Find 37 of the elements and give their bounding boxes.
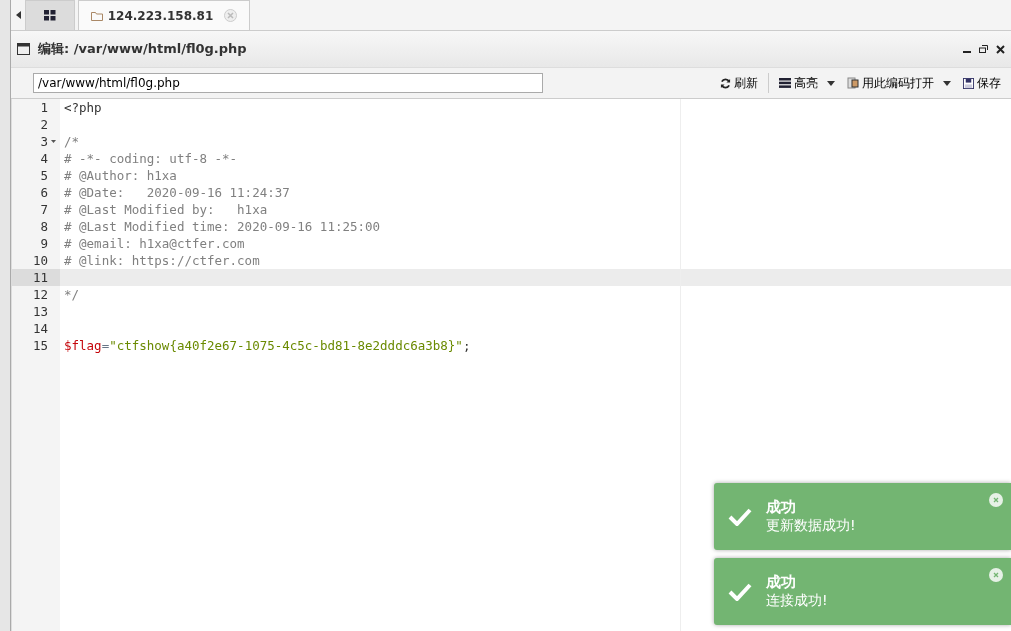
line-number: 14: [32, 321, 48, 336]
line-number: 5: [40, 168, 48, 183]
dropdown-button[interactable]: 高亮: [773, 71, 841, 95]
path-field[interactable]: /var/www/html/fl0g.php: [33, 73, 543, 93]
toast-message: 更新数据成功!: [766, 517, 856, 535]
window-title: 编辑: /var/www/html/fl0g.php: [38, 40, 248, 58]
toast-message: 连接成功!: [766, 592, 828, 610]
connection-tab[interactable]: 124.223.158.81: [78, 0, 250, 30]
code-line: <?php: [63, 100, 102, 115]
code-line: */: [63, 287, 80, 302]
line-number: 7: [40, 202, 48, 217]
code-line: /*: [63, 134, 80, 149]
line-number: 13: [32, 304, 48, 319]
code-line: # @Last Modified time: 2020-09-16 11:25:00: [63, 219, 381, 234]
line-number: 15: [32, 338, 48, 353]
code-line: $flag="ctfshow{a40f2e67-1075-4c5c-bd81-8e2dddc6a3b8}";: [63, 338, 471, 353]
line-number: 3: [40, 134, 48, 149]
line-number: 11: [32, 270, 48, 285]
toast-title: 成功: [766, 498, 797, 517]
line-number: 8: [40, 219, 48, 234]
toolbar-button[interactable]: 刷新: [714, 71, 764, 95]
toast-title: 成功: [766, 573, 797, 592]
line-number: 6: [40, 185, 48, 200]
code-line: # @email: h1xa@ctfer.com: [63, 236, 245, 251]
code-line: # @Author: h1xa: [63, 168, 177, 183]
dropdown-button[interactable]: 用此编码打开: [841, 71, 957, 95]
code-line: # @Date: 2020-09-16 11:24:37: [63, 185, 290, 200]
line-number: 12: [32, 287, 48, 302]
line-number: 9: [40, 236, 48, 251]
line-number: 1: [40, 100, 48, 115]
line-number: 2: [40, 117, 48, 132]
line-number: 10: [32, 253, 48, 268]
code-line: # @link: https://ctfer.com: [63, 253, 260, 268]
code-line: # -*- coding: utf-8 -*-: [63, 151, 238, 166]
code-line: # @Last Modified by: h1xa: [63, 202, 268, 217]
toolbar-button[interactable]: 保存: [957, 71, 1007, 95]
line-number: 4: [40, 151, 48, 166]
